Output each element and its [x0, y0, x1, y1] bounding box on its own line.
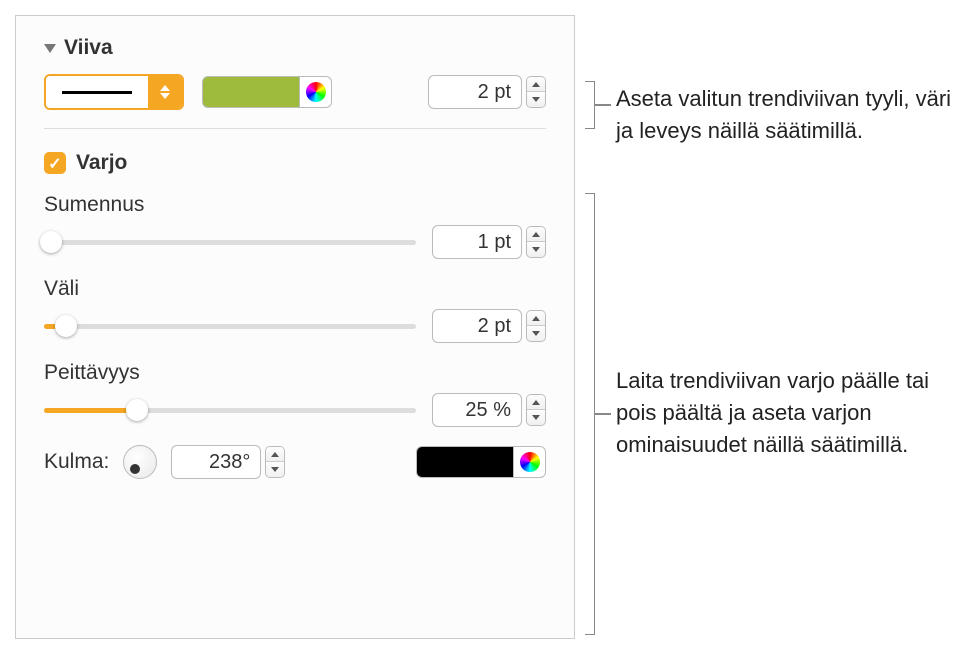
stepper-down-button[interactable]: [266, 462, 284, 477]
line-controls-row: 2 pt: [44, 74, 546, 110]
shadow-color-well[interactable]: [416, 446, 514, 478]
blur-slider[interactable]: [44, 230, 416, 254]
angle-row: Kulma: 238°: [44, 445, 546, 479]
caret-up-icon: [532, 400, 540, 405]
caret-up-icon: [271, 452, 279, 457]
blur-field: 1 pt: [432, 225, 546, 259]
stepper-down-button[interactable]: [527, 410, 545, 425]
line-style-popup[interactable]: [44, 74, 184, 110]
caret-down-icon: [532, 97, 540, 102]
checkmark-icon: [48, 152, 61, 175]
line-color-control: [202, 76, 332, 108]
opacity-field: 25 %: [432, 393, 546, 427]
opacity-slider[interactable]: [44, 398, 416, 422]
bracket-icon: [585, 193, 595, 635]
offset-input[interactable]: 2 pt: [432, 309, 522, 343]
opacity-stepper[interactable]: [526, 394, 546, 426]
slider-thumb[interactable]: [40, 231, 62, 253]
offset-label: Väli: [44, 277, 546, 301]
shadow-help-callout: Laita trendiviivan varjo päälle tai pois…: [616, 365, 970, 461]
line-width-field: 2 pt: [428, 75, 546, 109]
line-width-stepper[interactable]: [526, 76, 546, 108]
stepper-up-button[interactable]: [266, 447, 284, 462]
stepper-up-button[interactable]: [527, 227, 545, 242]
shadow-checkbox[interactable]: [44, 152, 66, 174]
color-wheel-icon: [306, 82, 326, 102]
caret-up-icon: [532, 316, 540, 321]
shadow-checkbox-row: Varjo: [44, 151, 546, 175]
angle-dial[interactable]: [123, 445, 157, 479]
shadow-color-picker-button[interactable]: [514, 446, 546, 478]
offset-row: 2 pt: [44, 309, 546, 343]
angle-input[interactable]: 238°: [171, 445, 261, 479]
bracket-connector-icon: [595, 104, 611, 106]
stepper-up-button[interactable]: [527, 395, 545, 410]
blur-stepper[interactable]: [526, 226, 546, 258]
line-section-header[interactable]: Viiva: [44, 36, 546, 60]
opacity-input[interactable]: 25 %: [432, 393, 522, 427]
line-width-input[interactable]: 2 pt: [428, 75, 522, 109]
caret-down-icon: [271, 467, 279, 472]
caret-down-icon: [532, 415, 540, 420]
angle-stepper[interactable]: [265, 446, 285, 478]
shadow-color-control: [416, 446, 546, 478]
opacity-row: 25 %: [44, 393, 546, 427]
color-wheel-icon: [520, 452, 540, 472]
caret-down-icon: [532, 331, 540, 336]
blur-label: Sumennus: [44, 193, 546, 217]
angle-field: 238°: [171, 445, 285, 479]
help-annotations: Aseta valitun trendiviivan tyyli, väri j…: [590, 15, 970, 639]
angle-indicator-icon: [130, 464, 140, 474]
line-help-callout: Aseta valitun trendiviivan tyyli, väri j…: [616, 83, 970, 147]
stepper-down-button[interactable]: [527, 326, 545, 341]
offset-stepper[interactable]: [526, 310, 546, 342]
angle-label: Kulma:: [44, 450, 109, 474]
caret-up-icon: [532, 82, 540, 87]
bracket-connector-icon: [595, 413, 611, 415]
updown-caret-icon: [160, 85, 170, 99]
opacity-label: Peittävyys: [44, 361, 546, 385]
blur-input[interactable]: 1 pt: [432, 225, 522, 259]
offset-slider[interactable]: [44, 314, 416, 338]
line-color-picker-button[interactable]: [300, 76, 332, 108]
line-section-title: Viiva: [64, 36, 113, 60]
blur-row: 1 pt: [44, 225, 546, 259]
stepper-up-button[interactable]: [527, 311, 545, 326]
line-style-preview: [46, 76, 148, 108]
line-sample-icon: [62, 91, 132, 94]
shadow-section-title: Varjo: [76, 151, 127, 175]
caret-up-icon: [532, 232, 540, 237]
section-divider: [44, 128, 546, 129]
slider-thumb[interactable]: [55, 315, 77, 337]
offset-field: 2 pt: [432, 309, 546, 343]
line-style-dropdown-button[interactable]: [148, 76, 182, 108]
stepper-down-button[interactable]: [527, 92, 545, 107]
disclosure-triangle-icon: [44, 44, 56, 53]
slider-thumb[interactable]: [126, 399, 148, 421]
stepper-down-button[interactable]: [527, 242, 545, 257]
caret-down-icon: [532, 247, 540, 252]
inspector-panel: Viiva 2 pt: [15, 15, 575, 639]
line-color-well[interactable]: [202, 76, 300, 108]
stepper-up-button[interactable]: [527, 77, 545, 92]
bracket-icon: [585, 81, 595, 129]
